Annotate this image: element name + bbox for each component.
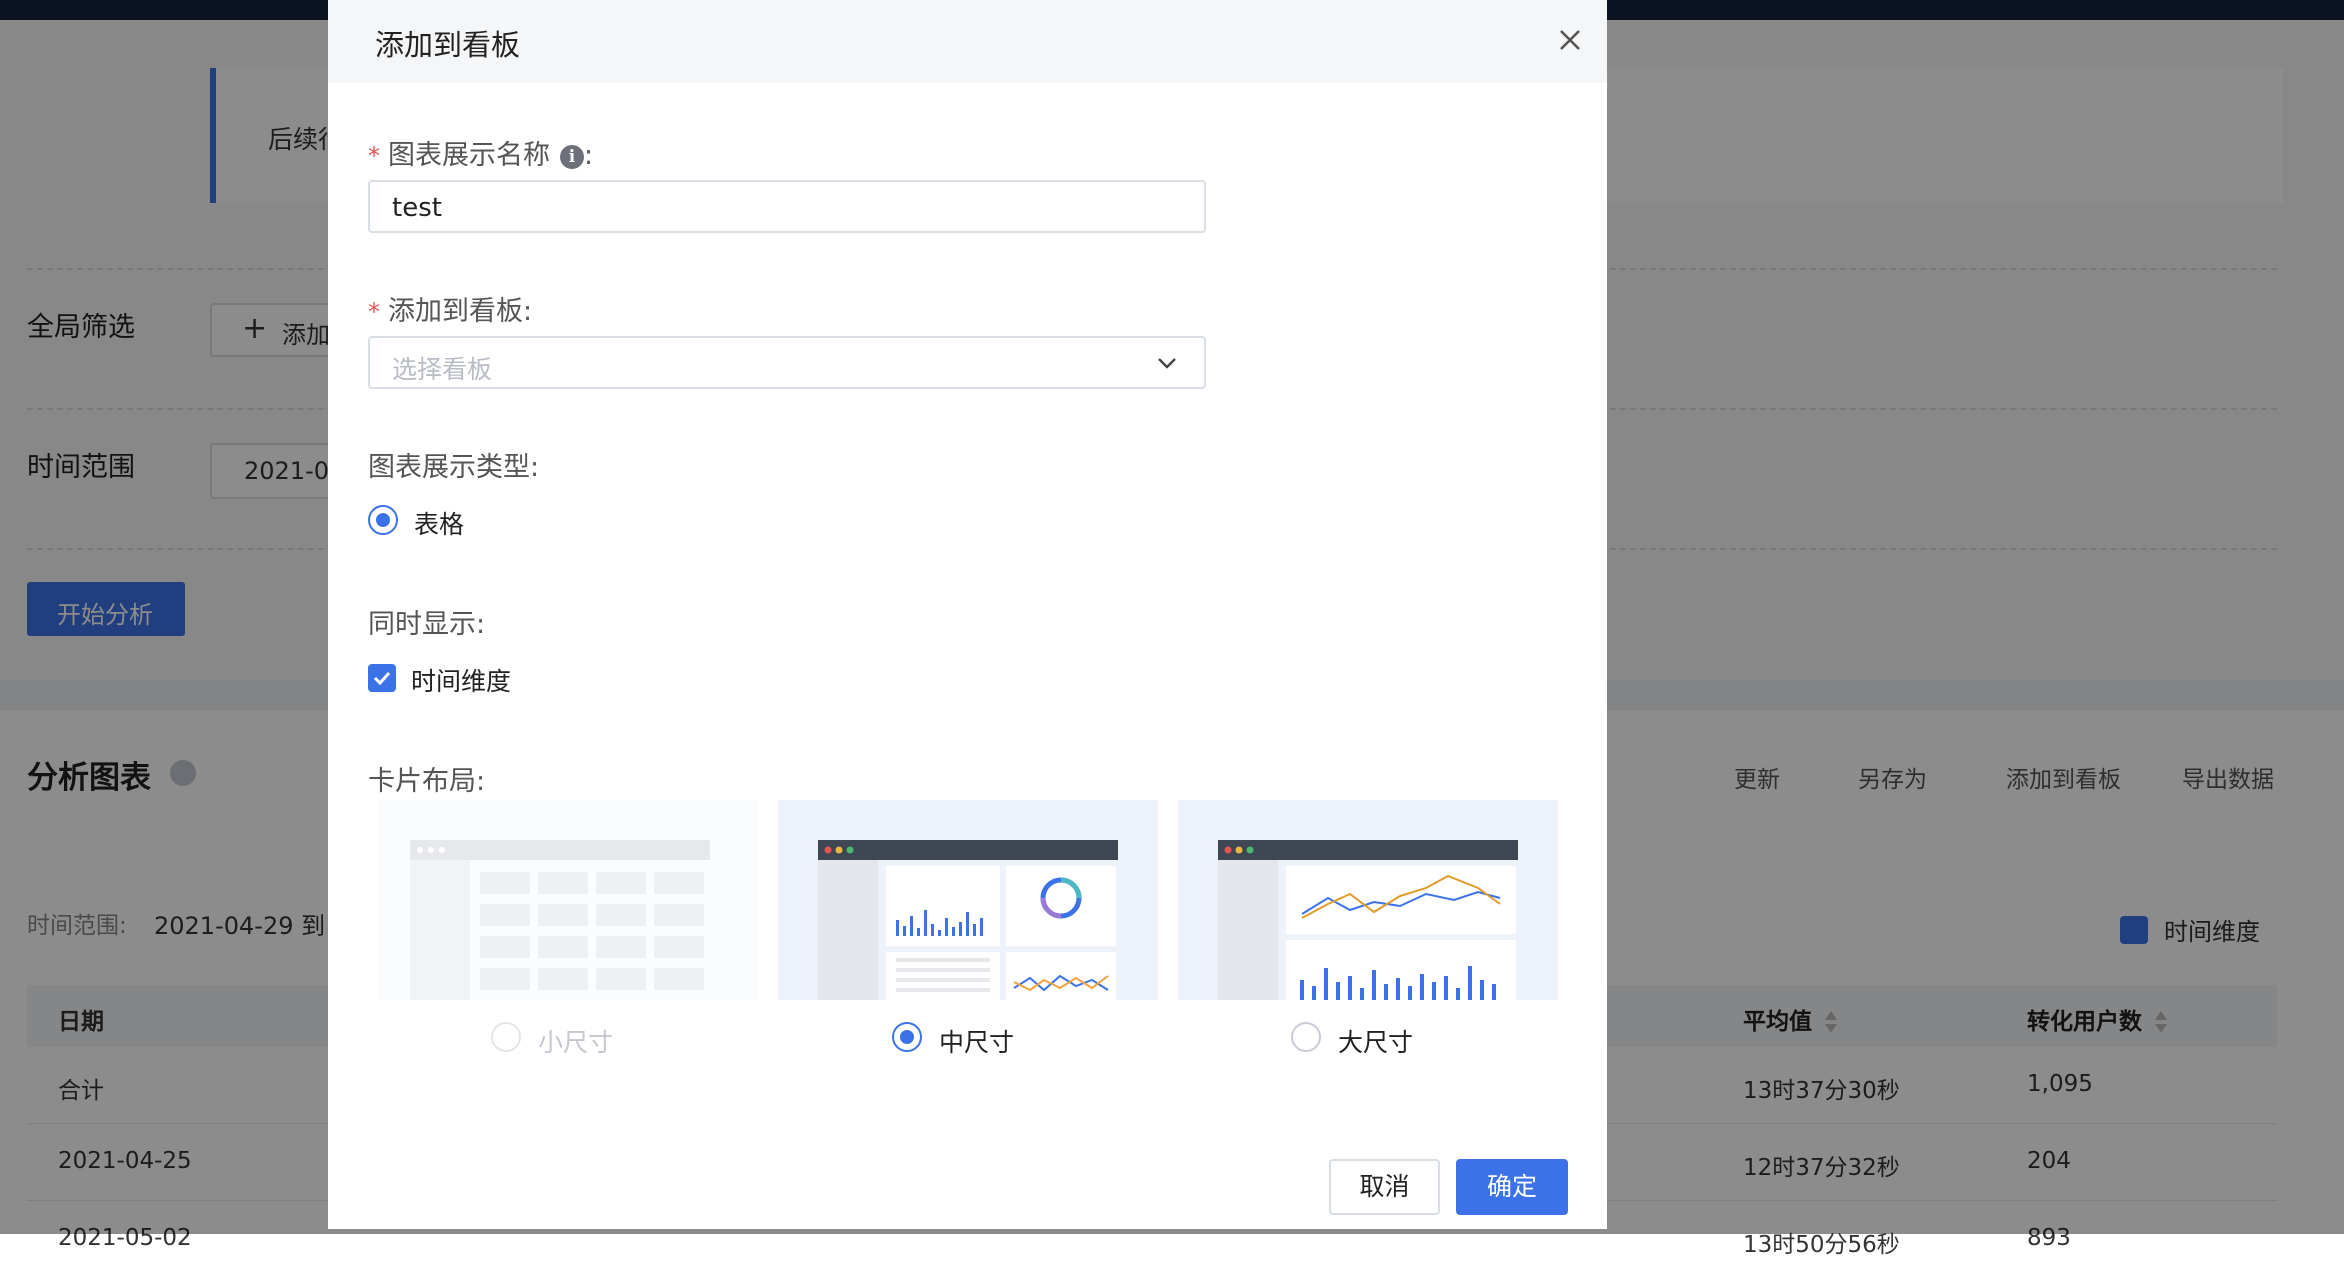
radio-medium-label: 中尺寸	[939, 1028, 1015, 1057]
radio-small	[491, 1022, 521, 1052]
radio-table-label: 表格	[414, 510, 465, 539]
required-mark: *	[368, 142, 380, 170]
radio-large[interactable]	[1291, 1022, 1321, 1052]
board-select-placeholder: 选择看板	[392, 355, 493, 384]
time-dimension-checkbox[interactable]	[368, 664, 396, 692]
required-mark: *	[368, 298, 380, 326]
chart-name-value: test	[392, 193, 442, 223]
info-icon: i	[560, 144, 584, 169]
card-layout-label: 卡片布局:	[368, 766, 486, 797]
layout-medium-preview[interactable]	[778, 800, 1158, 1000]
also-show-label: 同时显示:	[368, 609, 486, 640]
confirm-button[interactable]: 确定	[1456, 1159, 1568, 1215]
add-to-board-dialog: 添加到看板 * 图表展示名称 i: test * 添加到看板: 选择看板 图表展示类型…	[328, 0, 1607, 1229]
radio-large-label: 大尺寸	[1338, 1028, 1414, 1057]
chart-name-input[interactable]: test	[368, 180, 1206, 233]
chart-name-label: * 图表展示名称 i:	[368, 140, 594, 171]
close-icon[interactable]	[1550, 20, 1590, 60]
layout-small-preview	[378, 800, 758, 1000]
radio-medium[interactable]	[892, 1022, 922, 1052]
board-select-label: * 添加到看板:	[368, 296, 533, 327]
chevron-down-icon	[1154, 350, 1180, 380]
dialog-header: 添加到看板	[328, 0, 1607, 83]
display-type-label: 图表展示类型:	[368, 452, 540, 483]
board-select[interactable]: 选择看板	[368, 336, 1206, 389]
cancel-button[interactable]: 取消	[1329, 1159, 1440, 1215]
dialog-title: 添加到看板	[375, 28, 521, 62]
radio-small-label: 小尺寸	[538, 1028, 614, 1057]
layout-large-preview[interactable]	[1178, 800, 1558, 1000]
radio-table[interactable]	[368, 505, 398, 535]
time-dimension-label: 时间维度	[411, 667, 512, 696]
